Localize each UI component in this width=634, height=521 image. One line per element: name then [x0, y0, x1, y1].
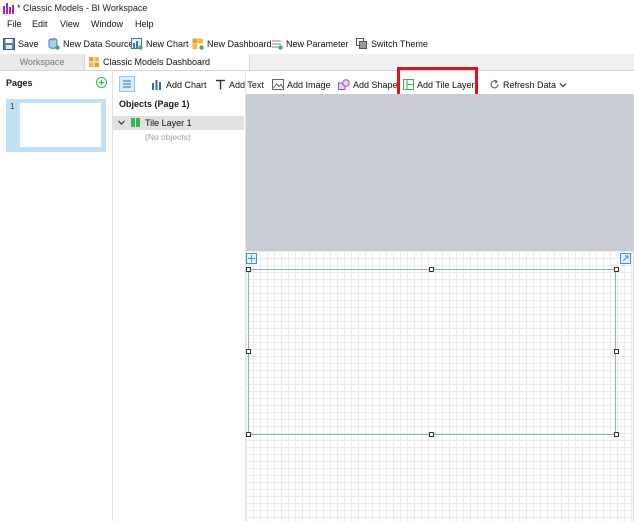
new-data-source-label: New Data Source — [63, 38, 134, 49]
move-handle-icon[interactable] — [246, 253, 257, 264]
add-page-icon[interactable] — [96, 77, 107, 88]
add-image-label: Add Image — [287, 79, 331, 90]
menu-help[interactable]: Help — [135, 19, 154, 29]
page-item-1[interactable]: 1 — [6, 99, 106, 152]
image-icon — [272, 79, 284, 90]
window-title: * Classic Models - BI Workspace — [17, 3, 148, 13]
pages-title: Pages — [6, 78, 33, 88]
tree-item-tile-layer[interactable]: Tile Layer 1 — [113, 116, 244, 130]
list-icon — [123, 80, 131, 88]
new-dashboard-label: New Dashboard — [207, 38, 272, 49]
add-chart-label: Add Chart — [166, 79, 207, 90]
new-parameter-button[interactable]: New Parameter — [271, 36, 349, 51]
selection-handle-e[interactable] — [614, 349, 619, 354]
refresh-data-label: Refresh Data — [503, 79, 557, 90]
tree-item-label: Tile Layer 1 — [145, 118, 192, 128]
theme-icon — [356, 37, 367, 49]
menu-file[interactable]: File — [7, 19, 22, 29]
menu-bar: File Edit View Window Help — [0, 18, 634, 32]
shape-icon — [338, 79, 350, 90]
new-chart-label: New Chart — [146, 38, 189, 49]
add-shape-label: Add Shape — [353, 79, 398, 90]
dashboard-icon — [89, 57, 99, 67]
new-dashboard-button[interactable]: New Dashboard — [192, 36, 272, 51]
save-icon — [3, 37, 15, 50]
objects-panel: Objects (Page 1) Tile Layer 1 (No object… — [113, 71, 246, 521]
chevron-down-icon[interactable] — [559, 81, 567, 89]
new-data-source-button[interactable]: New Data Source — [48, 36, 134, 51]
parameter-icon — [272, 40, 283, 50]
chevron-down-icon[interactable] — [117, 118, 126, 127]
bar-chart-icon — [3, 3, 14, 14]
refresh-data-button[interactable]: Refresh Data — [489, 77, 567, 92]
add-text-label: Add Text — [229, 79, 264, 90]
add-shape-button[interactable]: Add Shape — [338, 77, 398, 92]
tab-classic-models-dashboard[interactable]: Classic Models Dashboard — [85, 54, 250, 70]
menu-window[interactable]: Window — [91, 19, 123, 29]
page-number: 1 — [10, 102, 15, 111]
save-button[interactable]: Save — [3, 36, 39, 51]
bar-chart-icon — [152, 80, 161, 90]
main-toolbar: Save New Data Source New Chart New Dashb… — [0, 33, 634, 53]
database-icon — [48, 37, 60, 50]
empty-objects-text: (No objects) — [145, 132, 191, 142]
dashboard-icon — [192, 38, 204, 50]
design-toolbar: Add Chart Add Text Add Image Add Shape A… — [145, 75, 634, 93]
switch-theme-button[interactable]: Switch Theme — [356, 36, 428, 51]
text-icon — [216, 79, 225, 90]
resize-handle-icon[interactable] — [620, 253, 631, 264]
title-bar: * Classic Models - BI Workspace — [0, 0, 634, 18]
selection-handle-ne[interactable] — [614, 267, 619, 272]
selection-handle-sw[interactable] — [246, 432, 251, 437]
menu-edit[interactable]: Edit — [32, 19, 48, 29]
objects-title: Objects (Page 1) — [119, 99, 190, 109]
selection-handle-s[interactable] — [429, 432, 434, 437]
selection-handle-w[interactable] — [246, 349, 251, 354]
chart-icon — [131, 37, 143, 50]
new-parameter-label: New Parameter — [286, 38, 349, 49]
tab-workspace-label: Workspace — [19, 57, 65, 67]
tab-dashboard-label: Classic Models Dashboard — [103, 57, 211, 67]
add-text-button[interactable]: Add Text — [215, 77, 264, 92]
selection-handle-se[interactable] — [614, 432, 619, 437]
selection-handle-n[interactable] — [429, 267, 434, 272]
add-image-button[interactable]: Add Image — [272, 77, 331, 92]
new-chart-button[interactable]: New Chart — [131, 36, 189, 51]
tab-bar: Workspace Classic Models Dashboard — [0, 54, 634, 71]
save-label: Save — [18, 38, 39, 49]
objects-view-toggle[interactable] — [119, 76, 135, 92]
refresh-icon — [490, 79, 499, 89]
canvas-background — [246, 94, 634, 251]
add-chart-button[interactable]: Add Chart — [151, 77, 207, 92]
selection-handle-nw[interactable] — [246, 267, 251, 272]
tab-workspace[interactable]: Workspace — [0, 54, 85, 70]
switch-theme-label: Switch Theme — [371, 38, 428, 49]
page-thumbnail — [19, 102, 102, 148]
menu-view[interactable]: View — [60, 19, 79, 29]
tile-layer-icon — [131, 118, 140, 127]
tile-layer-frame[interactable] — [248, 269, 616, 435]
pages-panel: Pages 1 — [0, 71, 113, 521]
